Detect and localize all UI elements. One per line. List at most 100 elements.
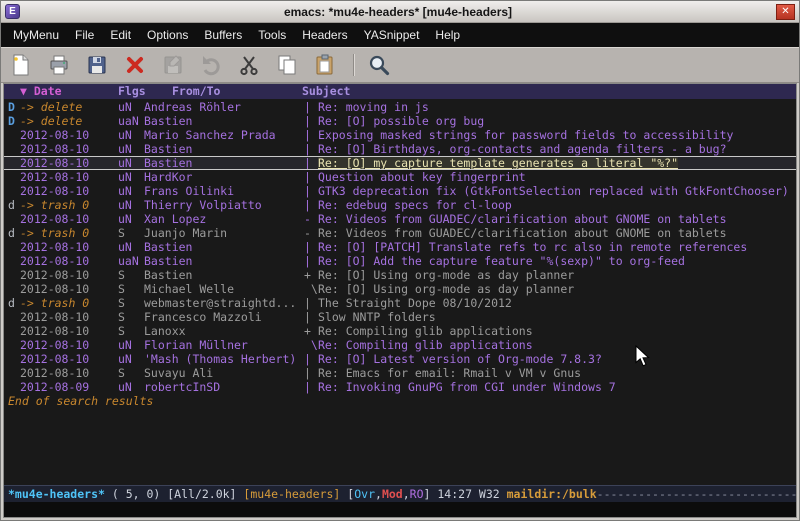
paste-icon[interactable] xyxy=(311,51,339,79)
message-from: Bastien xyxy=(144,268,304,282)
message-subject-column: Re: moving in js xyxy=(318,100,796,114)
modeline-maildir: maildir:/bulk xyxy=(507,487,597,501)
message-from: Michael Welle xyxy=(144,282,304,296)
thread-indicator: | xyxy=(304,310,318,324)
message-mark xyxy=(8,352,20,366)
thread-indicator: - xyxy=(304,226,318,240)
message-mark xyxy=(8,380,20,394)
message-subject: Re: Emacs for email: Rmail v VM v Gnus xyxy=(318,366,581,380)
message-from: robertcInSD xyxy=(144,380,304,394)
message-mark: d xyxy=(8,198,20,212)
message-subject: Re: [O] Using org-mode as day planner xyxy=(318,268,574,282)
toolbar xyxy=(1,47,799,83)
menu-item-options[interactable]: Options xyxy=(139,24,196,46)
message-row[interactable]: 2012-08-10SBastien+Re: [O] Using org-mod… xyxy=(4,268,796,282)
mark-target-label: -> trash 0 xyxy=(20,226,89,240)
message-subject-column: GTK3 deprecation fix (GtkFontSelection r… xyxy=(318,184,796,198)
message-row[interactable]: 2012-08-10uNMario Sanchez Prada|Exposing… xyxy=(4,128,796,142)
message-row[interactable]: d-> trash 0SJuanjo Marin-Re: Videos from… xyxy=(4,226,796,240)
search-icon[interactable] xyxy=(365,51,393,79)
close-buffer-icon[interactable] xyxy=(121,51,149,79)
toolbar-separator xyxy=(353,54,355,76)
message-date: 2012-08-10 xyxy=(20,184,89,198)
message-subject: Re: [O] Latest version of Org-mode 7.8.3… xyxy=(318,352,602,366)
menu-item-edit[interactable]: Edit xyxy=(102,24,139,46)
thread-indicator: | xyxy=(304,142,318,156)
message-subject: Re: [O] Birthdays, org-contacts and agen… xyxy=(318,142,727,156)
message-date-column: 2012-08-10 xyxy=(20,366,118,380)
message-row[interactable]: d-> trash 0uNThierry Volpiatto|Re: edebu… xyxy=(4,198,796,212)
message-row[interactable]: 2012-08-10uNBastien|Re: [O] [PATCH] Tran… xyxy=(4,240,796,254)
menu-item-headers[interactable]: Headers xyxy=(294,24,355,46)
modeline-comma: , xyxy=(375,487,382,501)
message-date-column: -> trash 0 xyxy=(20,226,118,240)
menu-item-mymenu[interactable]: MyMenu xyxy=(5,24,67,46)
message-row[interactable]: 2012-08-10SLanoxx+Re: Compiling glib app… xyxy=(4,324,796,338)
menu-item-buffers[interactable]: Buffers xyxy=(196,24,250,46)
message-row[interactable]: 2012-08-10uaNBastien|Re: [O] Add the cap… xyxy=(4,254,796,268)
message-row[interactable]: 2012-08-10uNFlorian Müllner \Re: Compili… xyxy=(4,338,796,352)
message-date: 2012-08-10 xyxy=(20,170,89,184)
thread-indicator: | xyxy=(304,170,318,184)
echo-area[interactable] xyxy=(4,502,796,517)
message-row[interactable]: d-> trash 0Swebmaster@straightd...|The S… xyxy=(4,296,796,310)
message-from: Bastien xyxy=(144,240,304,254)
undo-icon xyxy=(197,51,225,79)
menu-item-file[interactable]: File xyxy=(67,24,102,46)
message-mark xyxy=(8,170,20,184)
message-subject: GTK3 deprecation fix (GtkFontSelection r… xyxy=(318,184,789,198)
message-row[interactable]: 2012-08-10uNFrans Oilinki|GTK3 deprecati… xyxy=(4,184,796,198)
message-row[interactable]: 2012-08-10SSuvayu Ali|Re: Emacs for emai… xyxy=(4,366,796,380)
new-file-icon[interactable] xyxy=(7,51,35,79)
column-header-subject[interactable]: Subject xyxy=(302,84,350,99)
message-flags: uN xyxy=(118,170,144,184)
copy-icon[interactable] xyxy=(273,51,301,79)
message-subject-column: Re: [O] possible org bug xyxy=(318,114,796,128)
print-icon[interactable] xyxy=(45,51,73,79)
message-mark xyxy=(8,282,20,296)
message-date: 2012-08-10 xyxy=(20,128,89,142)
message-date: 2012-08-10 xyxy=(20,310,89,324)
thread-indicator: | xyxy=(304,184,318,198)
message-row[interactable]: D-> deleteuNAndreas Röhler|Re: moving in… xyxy=(4,100,796,114)
message-mark xyxy=(8,128,20,142)
message-date-column: 2012-08-10 xyxy=(20,170,118,184)
column-header-flags[interactable]: Flgs xyxy=(118,84,146,99)
message-row[interactable]: 2012-08-10uNXan Lopez-Re: Videos from GU… xyxy=(4,212,796,226)
message-date-column: 2012-08-10 xyxy=(20,324,118,338)
message-date: 2012-08-10 xyxy=(20,254,89,268)
message-date-column: 2012-08-10 xyxy=(20,352,118,366)
message-from: Florian Müllner xyxy=(144,338,304,352)
menubar: MyMenuFileEditOptionsBuffersToolsHeaders… xyxy=(1,23,799,47)
column-header-date[interactable]: ▼ Date xyxy=(20,84,62,99)
message-row[interactable]: D-> deleteuaNBastien|Re: [O] possible or… xyxy=(4,114,796,128)
message-list: D-> deleteuNAndreas Röhler|Re: moving in… xyxy=(4,99,796,485)
message-date-column: -> trash 0 xyxy=(20,198,118,212)
message-row[interactable]: 2012-08-10SMichael Welle \Re: [O] Using … xyxy=(4,282,796,296)
message-row[interactable]: 2012-08-10uNBastien|Re: [O] Birthdays, o… xyxy=(4,142,796,156)
cut-icon[interactable] xyxy=(235,51,263,79)
message-row[interactable]: 2012-08-09uNrobertcInSD|Re: Invoking Gnu… xyxy=(4,380,796,394)
message-row[interactable]: 2012-08-10SFrancesco Mazzoli|Slow NNTP f… xyxy=(4,310,796,324)
close-window-button[interactable]: ✕ xyxy=(776,4,795,20)
message-subject-column: Re: [O] Birthdays, org-contacts and agen… xyxy=(318,142,796,156)
message-from: Frans Oilinki xyxy=(144,184,304,198)
column-header-from[interactable]: From/To xyxy=(172,84,220,99)
message-row[interactable]: 2012-08-10uNHardKor|Question about key f… xyxy=(4,170,796,184)
message-mark xyxy=(8,338,20,352)
message-subject: Re: edebug specs for cl-loop xyxy=(318,198,512,212)
modeline-position-info: ( 5, 0) [All/2.0k] xyxy=(105,487,243,501)
message-mark xyxy=(8,184,20,198)
menu-item-tools[interactable]: Tools xyxy=(250,24,294,46)
message-subject: Re: [O] Add the capture feature "%(sexp)… xyxy=(318,254,685,268)
save-icon[interactable] xyxy=(83,51,111,79)
menu-item-yasnippet[interactable]: YASnippet xyxy=(356,24,428,46)
message-row[interactable]: 2012-08-10uNBastien|Re: [O] my capture t… xyxy=(4,156,796,170)
message-mark xyxy=(8,324,20,338)
message-mark xyxy=(8,212,20,226)
message-mark xyxy=(8,366,20,380)
menu-item-help[interactable]: Help xyxy=(427,24,468,46)
message-row[interactable]: 2012-08-10uN'Mash (Thomas Herbert)|Re: [… xyxy=(4,352,796,366)
message-from: webmaster@straightd... xyxy=(144,296,304,310)
message-flags: uN xyxy=(118,128,144,142)
